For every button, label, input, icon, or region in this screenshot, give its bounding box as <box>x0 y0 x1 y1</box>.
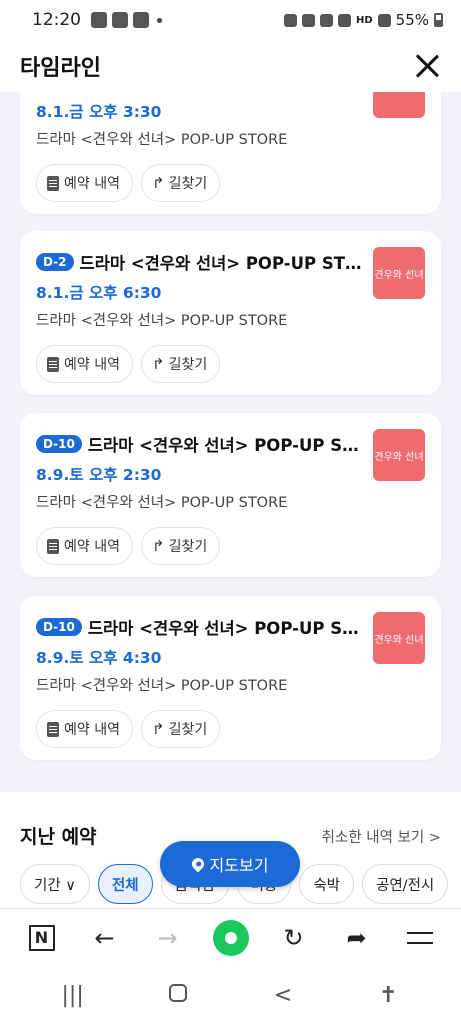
cancelled-history-link[interactable]: 취소한 내역 보기 > <box>322 826 441 847</box>
page-header: 타임라인 <box>0 40 461 92</box>
card-date: 8.9.토 오후 2:30 <box>36 466 162 484</box>
card-title-row: D-10 드라마 <견우와 선녀> POP-UP STO... <box>36 432 363 456</box>
card-date: 8.1.금 오후 3:30 <box>36 103 162 121</box>
green-dot-button[interactable] <box>211 918 251 958</box>
mute-icon <box>319 13 333 27</box>
forward-arrow-icon[interactable]: → <box>148 918 188 958</box>
card-title: 드라마 <견우와 선녀> POP-UP STORE <box>79 254 363 273</box>
card-thumbnail[interactable]: 견우와 선녀 <box>373 247 425 299</box>
close-icon[interactable] <box>413 52 441 80</box>
app-icon <box>133 12 149 28</box>
status-bar: 12:20 HD 55% <box>0 0 461 40</box>
receipt-icon <box>47 175 59 191</box>
dday-badge: D-10 <box>36 435 82 453</box>
directions-button[interactable]: ↱ 길찾기 <box>140 710 221 748</box>
filter-lodging[interactable]: 숙박 <box>299 864 354 904</box>
directions-button[interactable]: ↱ 길찾기 <box>140 345 221 383</box>
system-nav-bar: ||| < ✝ <box>0 966 461 1024</box>
directions-label: 길찾기 <box>168 357 208 373</box>
history-label: 예약 내역 <box>64 539 120 555</box>
turn-arrow-icon: ↱ <box>151 537 165 555</box>
history-button[interactable]: 예약 내역 <box>36 345 133 383</box>
card-thumbnail[interactable]: 견우와 선녀 <box>373 612 425 664</box>
signal-icon <box>377 13 391 27</box>
notification-icon <box>91 12 107 28</box>
receipt-icon <box>47 721 59 737</box>
battery-icon <box>434 13 443 27</box>
naver-home-button[interactable]: N <box>22 918 62 958</box>
share-icon[interactable]: ➦ <box>337 918 377 958</box>
more-notifications-icon <box>157 17 162 23</box>
back-arrow-icon[interactable]: ← <box>85 918 125 958</box>
card-title: 드라마 <견우와 선녀> POP-UP STO... <box>87 436 363 455</box>
filter-period-dropdown[interactable]: 기간 ∨ <box>20 864 90 904</box>
history-label: 예약 내역 <box>64 176 120 192</box>
card-title: 드라마 <견우와 선녀> POP-UP STO... <box>87 619 363 638</box>
card-venue: 드라마 <견우와 선녀> POP-UP STORE <box>36 132 288 148</box>
browser-toolbar: N ← → ↻ ➦ <box>0 908 461 966</box>
card-thumbnail[interactable]: 견우와 선녀 <box>373 429 425 481</box>
filter-all[interactable]: 전체 <box>97 864 153 904</box>
turn-arrow-icon: ↱ <box>151 720 165 738</box>
card-venue: 드라마 <견우와 선녀> POP-UP STORE <box>36 678 288 694</box>
receipt-icon <box>47 538 59 554</box>
status-time: 12:20 <box>32 10 81 30</box>
filter-performance[interactable]: 공연/전시 <box>362 864 449 904</box>
directions-button[interactable]: ↱ 길찾기 <box>140 164 221 202</box>
receipt-icon <box>47 356 59 372</box>
thumbnail-text: 견우와 선녀 <box>374 634 424 646</box>
card-venue: 드라마 <견우와 선녀> POP-UP STORE <box>36 313 288 329</box>
directions-label: 길찾기 <box>168 176 208 192</box>
thumbnail-text: 견우와 선녀 <box>374 451 424 463</box>
directions-button[interactable]: ↱ 길찾기 <box>140 527 221 565</box>
card-title-row: D-10 드라마 <견우와 선녀> POP-UP STO... <box>36 615 363 639</box>
directions-label: 길찾기 <box>168 722 208 738</box>
network-label: HD <box>355 14 373 26</box>
menu-button[interactable] <box>400 918 440 958</box>
history-label: 예약 내역 <box>64 357 120 373</box>
thumbnail-text: 견우와 선녀 <box>374 269 424 281</box>
green-circle-icon <box>212 919 249 956</box>
system-back-icon[interactable]: < <box>263 983 303 1008</box>
reservation-card[interactable]: D-10 드라마 <견우와 선녀> POP-UP STO... 8.9.토 오후… <box>20 596 441 760</box>
recent-apps-icon[interactable]: ||| <box>53 983 93 1008</box>
history-button[interactable]: 예약 내역 <box>36 527 133 565</box>
refresh-icon[interactable]: ↻ <box>274 918 314 958</box>
card-date: 8.1.금 오후 6:30 <box>36 284 162 302</box>
card-date: 8.9.토 오후 4:30 <box>36 649 162 667</box>
history-button[interactable]: 예약 내역 <box>36 710 133 748</box>
turn-arrow-icon: ↱ <box>151 355 165 373</box>
lock-icon <box>283 13 297 27</box>
gallery-icon <box>112 12 128 28</box>
alarm-icon <box>301 13 315 27</box>
map-view-label: 지도보기 <box>209 856 269 875</box>
history-label: 예약 내역 <box>64 722 120 738</box>
reservation-card[interactable]: D-10 드라마 <견우와 선녀> POP-UP STO... 8.9.토 오후… <box>20 413 441 577</box>
history-button[interactable]: 예약 내역 <box>36 164 133 202</box>
dday-badge: D-10 <box>36 618 82 636</box>
hamburger-icon <box>406 931 433 944</box>
naver-n-icon: N <box>28 924 55 951</box>
dday-badge: D-2 <box>36 253 74 271</box>
turn-arrow-icon: ↱ <box>151 174 165 192</box>
card-venue: 드라마 <견우와 선녀> POP-UP STORE <box>36 495 288 511</box>
page-title: 타임라인 <box>20 56 101 81</box>
past-title: 지난 예약 <box>20 826 97 848</box>
map-view-button[interactable]: 지도보기 <box>160 841 300 887</box>
directions-label: 길찾기 <box>168 539 208 555</box>
battery-percent: 55% <box>395 11 429 29</box>
wifi-icon <box>337 13 351 27</box>
reservation-card[interactable]: D-2 드라마 <견우와 선녀> POP-UP STORE 8.1.금 오후 6… <box>20 231 441 395</box>
card-title-row: D-2 드라마 <견우와 선녀> POP-UP STORE <box>36 250 363 274</box>
accessibility-icon[interactable]: ✝ <box>368 983 408 1008</box>
location-pin-icon <box>189 855 207 873</box>
home-icon[interactable] <box>158 983 198 1008</box>
